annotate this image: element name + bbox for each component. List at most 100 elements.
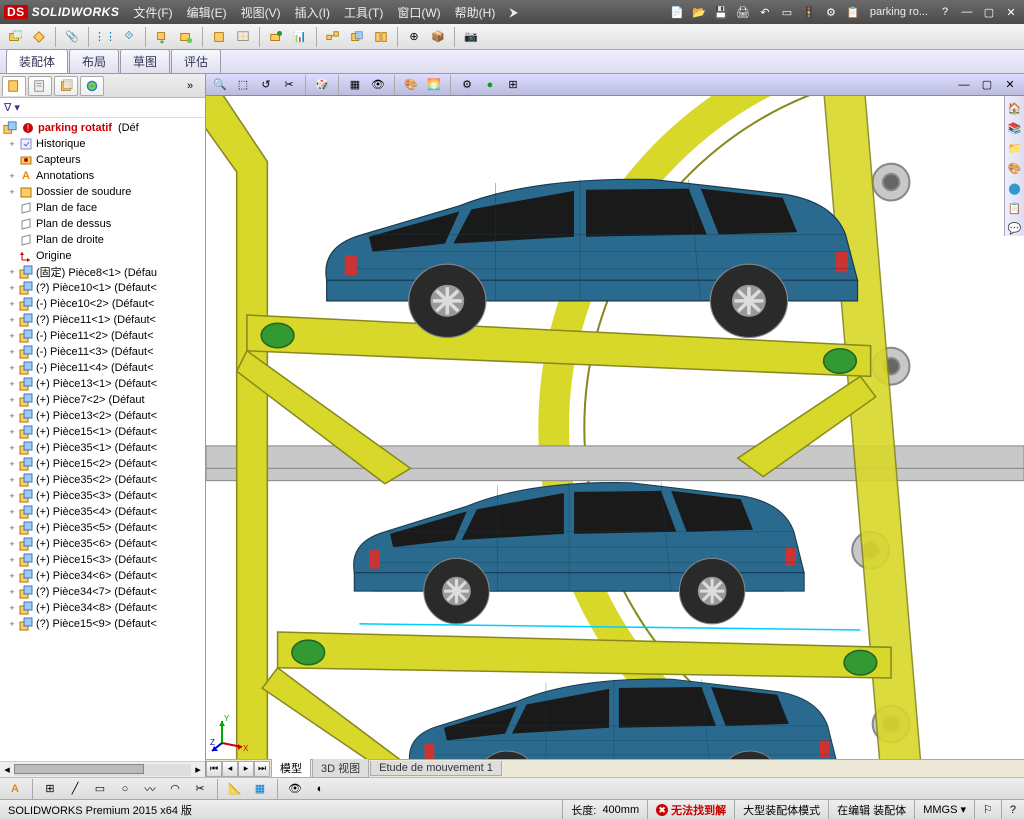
expander-icon[interactable]: +	[6, 443, 18, 453]
linear-pattern-icon[interactable]: ⋮⋮	[94, 26, 116, 48]
tree-item[interactable]: +Dossier de soudure	[0, 184, 205, 200]
expander-icon[interactable]: +	[6, 395, 18, 405]
print-icon[interactable]: 🖨	[734, 3, 752, 21]
expander-icon[interactable]: +	[6, 363, 18, 373]
collapse-arrow-icon[interactable]: »	[187, 80, 203, 92]
tree-item[interactable]: +(+) Pièce15<1> (Défaut<	[0, 424, 205, 440]
tab-model[interactable]: 模型	[271, 759, 311, 778]
interference-icon[interactable]	[346, 26, 368, 48]
tree-item[interactable]: +AAnnotations	[0, 168, 205, 184]
assembly-feature-icon[interactable]	[208, 26, 230, 48]
expander-icon[interactable]: +	[6, 539, 18, 549]
tab-assembly[interactable]: 装配体	[6, 49, 68, 73]
view-orient-icon[interactable]: 🎲	[312, 76, 332, 94]
expander-icon[interactable]: +	[6, 459, 18, 469]
tree-item[interactable]: +(-) Pièce11<4> (Défaut<	[0, 360, 205, 376]
forum-icon[interactable]: 💬	[1007, 220, 1023, 236]
rebuild-icon[interactable]: 🚦	[800, 3, 818, 21]
bulk-icon[interactable]: 📦	[427, 26, 449, 48]
undo-icon[interactable]: ↶	[756, 3, 774, 21]
status-error[interactable]: ✖无法找到解	[648, 800, 735, 819]
tree-item[interactable]: Plan de droite	[0, 232, 205, 248]
tree-item[interactable]: Plan de dessus	[0, 216, 205, 232]
expander-icon[interactable]: +	[6, 347, 18, 357]
line-icon[interactable]: ╱	[64, 778, 86, 800]
tree-item[interactable]: Origine	[0, 248, 205, 264]
new-motion-icon[interactable]	[265, 26, 287, 48]
tree-item[interactable]: +(?) Pièce15<9> (Défaut<	[0, 616, 205, 632]
tree-item[interactable]: +(固定) Pièce8<1> (Défau	[0, 264, 205, 280]
custom-props-icon[interactable]: 📋	[1007, 200, 1023, 216]
menu-window[interactable]: 窗口(W)	[391, 2, 446, 23]
zoom-fit-icon[interactable]: 🔍	[210, 76, 230, 94]
config-tab-icon[interactable]	[54, 76, 78, 96]
expander-icon[interactable]: +	[6, 571, 18, 581]
view-palette-icon[interactable]: 🎨	[1007, 160, 1023, 176]
smart-fastener-icon[interactable]: ⟐	[118, 26, 140, 48]
status-rebuild-icon[interactable]: ?	[1002, 800, 1024, 819]
arc-icon[interactable]: ◠	[164, 778, 186, 800]
tree-item[interactable]: +(?) Pièce11<1> (Défaut<	[0, 312, 205, 328]
status-mode[interactable]: 大型装配体模式	[735, 800, 829, 819]
expander-icon[interactable]: +	[6, 619, 18, 629]
expander-icon[interactable]: +	[6, 507, 18, 517]
tree-item[interactable]: +(+) Pièce35<3> (Défaut<	[0, 488, 205, 504]
design-lib-icon[interactable]: 📚	[1007, 120, 1023, 136]
help-icon[interactable]: ?	[936, 3, 954, 21]
menu-file[interactable]: 文件(F)	[127, 2, 178, 23]
tree-item[interactable]: +(+) Pièce35<6> (Défaut<	[0, 536, 205, 552]
minimize-icon[interactable]: —	[958, 3, 976, 21]
tree-item[interactable]: +(+) Pièce13<1> (Défaut<	[0, 376, 205, 392]
appearance-tab-icon[interactable]	[80, 76, 104, 96]
maximize-icon[interactable]: ▢	[980, 3, 998, 21]
tree-item[interactable]: +(+) Pièce35<5> (Défaut<	[0, 520, 205, 536]
expander-icon[interactable]: +	[6, 267, 18, 277]
select-icon[interactable]: ▭	[778, 3, 796, 21]
property-tab-icon[interactable]	[28, 76, 52, 96]
expander-icon[interactable]: +	[6, 587, 18, 597]
menu-help[interactable]: 帮助(H)	[449, 2, 502, 23]
tree-item[interactable]: +(-) Pièce11<3> (Défaut<	[0, 344, 205, 360]
display-style-icon[interactable]: ▦	[345, 76, 365, 94]
doc-icon[interactable]: 📋	[844, 3, 862, 21]
menu-arrow[interactable]: ⮞	[503, 3, 524, 22]
close-icon[interactable]: ✕	[1002, 3, 1020, 21]
expander-icon[interactable]: +	[6, 187, 18, 197]
tree-item[interactable]: +(+) Pièce35<1> (Défaut<	[0, 440, 205, 456]
screen-capture-icon[interactable]: 📷	[460, 26, 482, 48]
edit-appearance-icon[interactable]: 🎨	[401, 76, 421, 94]
view-settings-icon[interactable]: ⚙	[457, 76, 477, 94]
tree-item[interactable]: +(+) Pièce35<2> (Défaut<	[0, 472, 205, 488]
expander-icon[interactable]: +	[6, 491, 18, 501]
section-view-icon[interactable]: ✂	[279, 76, 299, 94]
appearances-icon[interactable]: ⬤	[1007, 180, 1023, 196]
feature-tree-tab-icon[interactable]	[2, 76, 26, 96]
menu-view[interactable]: 视图(V)	[235, 2, 287, 23]
tab-evaluate[interactable]: 评估	[171, 49, 221, 73]
clearance-icon[interactable]	[370, 26, 392, 48]
mate-icon[interactable]	[28, 26, 50, 48]
file-explorer-icon[interactable]: 📁	[1007, 140, 1023, 156]
home-icon[interactable]: 🏠	[1007, 100, 1023, 116]
tab-motion-study[interactable]: Etude de mouvement 1	[370, 761, 502, 776]
new-icon[interactable]: 📄	[668, 3, 686, 21]
hide-show-icon[interactable]: 👁	[368, 76, 388, 94]
status-flag-icon[interactable]: ⚐	[975, 800, 1002, 819]
tree-item[interactable]: +(+) Pièce34<6> (Défaut<	[0, 568, 205, 584]
menu-edit[interactable]: 编辑(E)	[181, 2, 233, 23]
tree-item[interactable]: +(-) Pièce10<2> (Défaut<	[0, 296, 205, 312]
clip-icon[interactable]: 📎	[61, 26, 83, 48]
circle-icon[interactable]: ○	[114, 778, 136, 800]
tree-item[interactable]: +Historique	[0, 136, 205, 152]
tree-item[interactable]: +(+) Pièce7<2> (Défaut	[0, 392, 205, 408]
tree-item[interactable]: +(-) Pièce11<2> (Défaut<	[0, 328, 205, 344]
expander-icon[interactable]: +	[6, 427, 18, 437]
expander-icon[interactable]: +	[6, 283, 18, 293]
unit-system-icon[interactable]: 📐	[224, 778, 246, 800]
expander-icon[interactable]: +	[6, 139, 18, 149]
spline-icon[interactable]: 〰	[139, 778, 161, 800]
large-assy-icon[interactable]: ▦	[249, 778, 271, 800]
render-icon[interactable]: ●	[480, 76, 500, 94]
expander-icon[interactable]: +	[6, 299, 18, 309]
tree-item[interactable]: +(+) Pièce35<4> (Défaut<	[0, 504, 205, 520]
